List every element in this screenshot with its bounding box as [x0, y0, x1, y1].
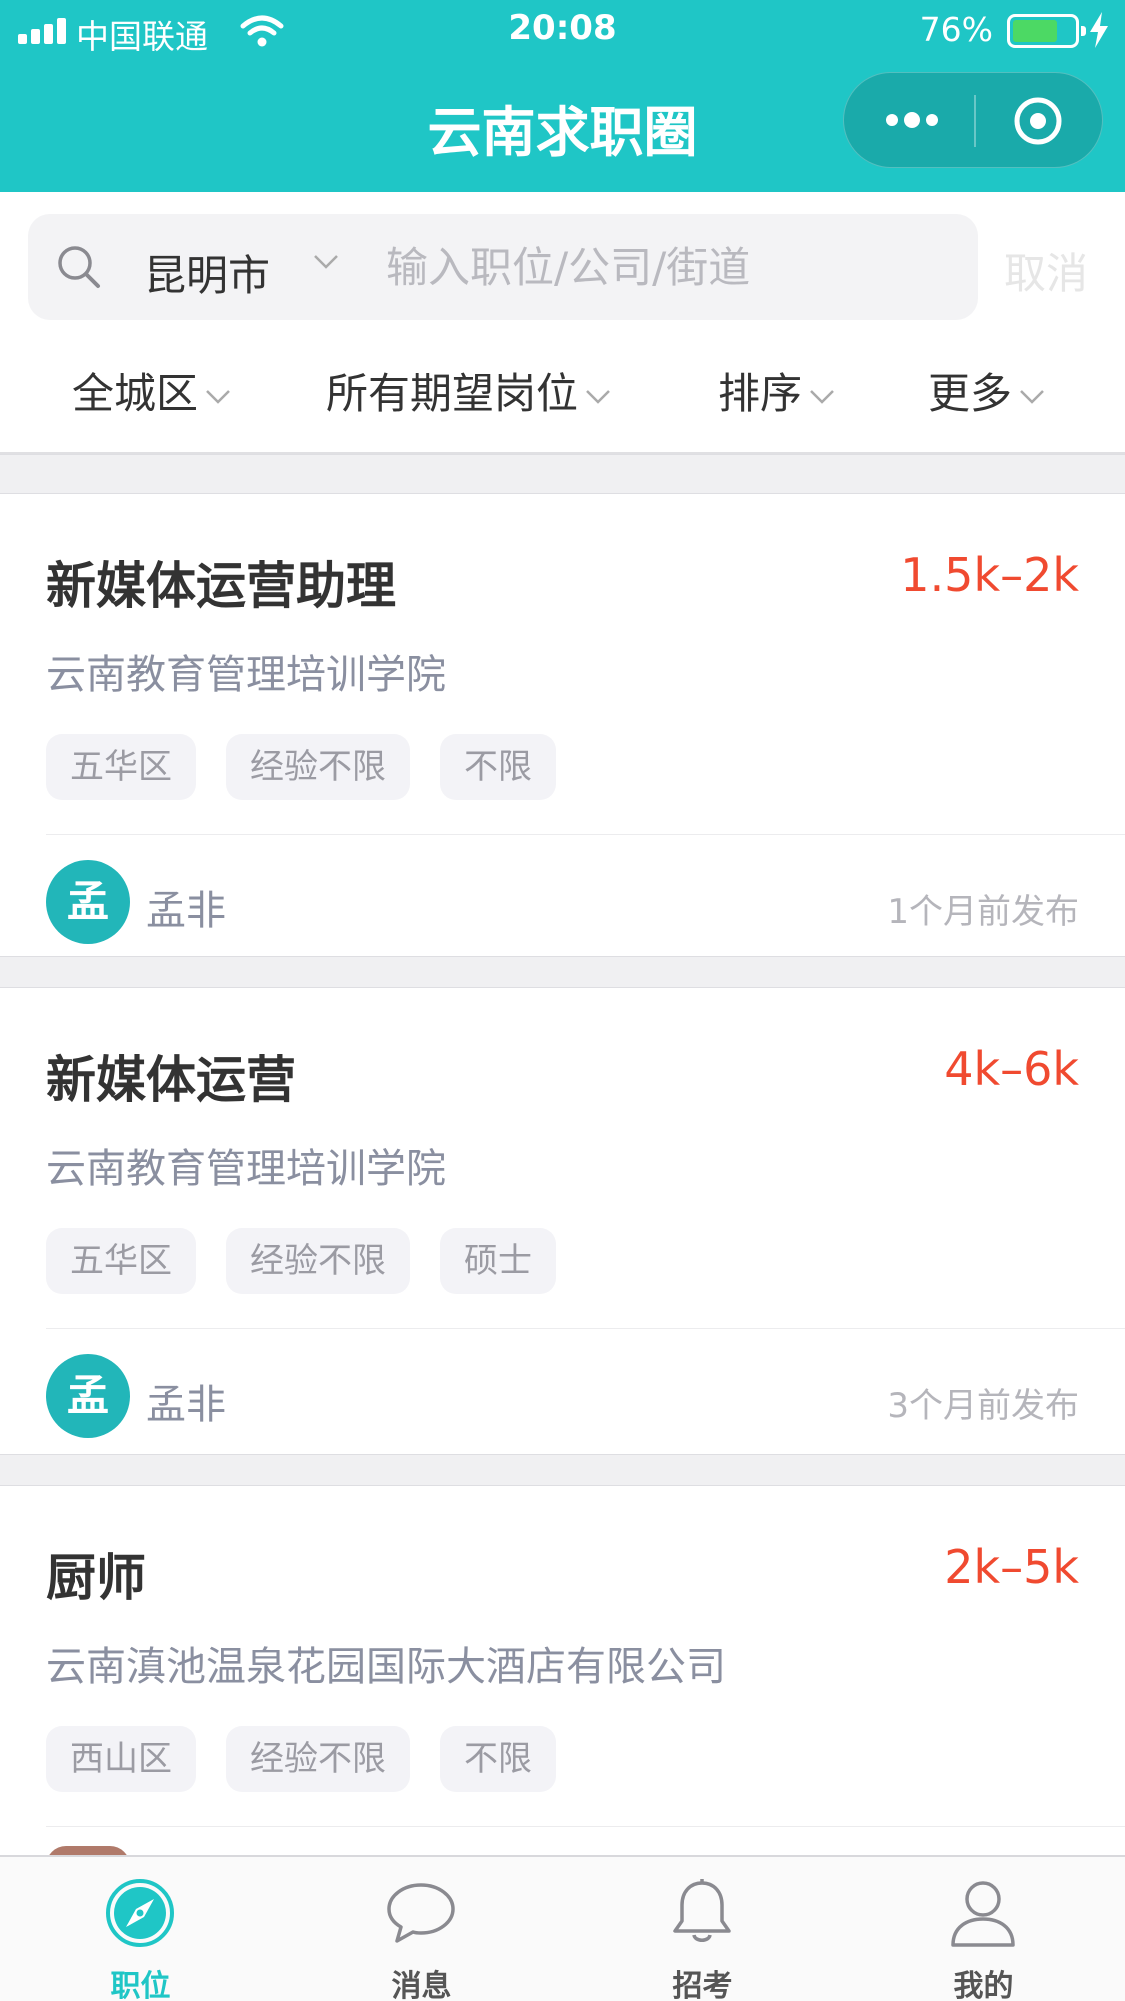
company-name: 云南滇池温泉花园国际大酒店有限公司: [46, 1644, 726, 1690]
filter-district[interactable]: 全城区: [72, 360, 232, 421]
job-card[interactable]: 厨师 2k–5k 云南滇池温泉花园国际大酒店有限公司 西山区 经验不限 不限: [0, 1486, 1125, 1855]
job-tags: 西山区 经验不限 不限: [46, 1726, 586, 1792]
chevron-down-icon: [314, 255, 338, 269]
filter-bar: 全城区 所有期望岗位 排序 更多: [0, 340, 1125, 452]
tab-jobs[interactable]: 职位: [0, 1857, 281, 2001]
job-salary: 1.5k–2k: [900, 548, 1079, 602]
more-options-icon[interactable]: [884, 107, 940, 133]
bell-icon: [673, 1879, 731, 1942]
search-input[interactable]: [386, 232, 946, 302]
city-selector[interactable]: 昆明市: [144, 242, 270, 303]
avatar: 孟: [46, 860, 130, 944]
job-title: 新媒体运营助理: [46, 557, 396, 615]
filter-more[interactable]: 更多: [928, 360, 1046, 421]
tab-bar: 职位 消息 招考 我的: [0, 1855, 1125, 2001]
job-title: 新媒体运营: [46, 1051, 296, 1109]
card-divider: [46, 1328, 1125, 1329]
job-card[interactable]: 新媒体运营助理 1.5k–2k 云南教育管理培训学院 五华区 经验不限 不限 孟…: [0, 494, 1125, 956]
company-name: 云南教育管理培训学院: [46, 652, 446, 698]
list-gap: [0, 956, 1125, 988]
filter-position[interactable]: 所有期望岗位: [326, 360, 612, 421]
job-salary: 2k–5k: [944, 1540, 1079, 1594]
chevron-down-icon: [810, 389, 834, 404]
tag-district: 五华区: [46, 1228, 196, 1294]
card-divider: [46, 1826, 1125, 1827]
tab-messages[interactable]: 消息: [281, 1857, 562, 2001]
tag-education: 不限: [440, 1726, 556, 1792]
job-card[interactable]: 新媒体运营 4k–6k 云南教育管理培训学院 五华区 经验不限 硕士 孟 孟非 …: [0, 988, 1125, 1454]
chevron-down-icon: [1020, 389, 1044, 404]
chevron-down-icon: [206, 389, 230, 404]
battery-icon: [1007, 14, 1086, 48]
cancel-button[interactable]: 取消: [1004, 240, 1088, 301]
filter-sort[interactable]: 排序: [718, 360, 836, 421]
chat-bubble-icon: [387, 1883, 455, 1943]
user-icon: [951, 1881, 1015, 1947]
mini-program-capsule: [843, 72, 1103, 168]
capsule-divider: [974, 95, 976, 147]
status-bar: 中国联通 20:08 76%: [0, 0, 1125, 60]
compass-icon: [106, 1879, 174, 1947]
recruiter-name: 孟非: [146, 1382, 226, 1428]
list-gap: [0, 1454, 1125, 1486]
chevron-down-icon: [586, 389, 610, 404]
tag-education: 硕士: [440, 1228, 556, 1294]
tag-experience: 经验不限: [226, 1726, 410, 1792]
tag-experience: 经验不限: [226, 1228, 410, 1294]
avatar: 孟: [46, 1354, 130, 1438]
close-target-icon[interactable]: [1012, 95, 1064, 147]
list-gap: [0, 454, 1125, 494]
job-salary: 4k–6k: [944, 1042, 1079, 1096]
job-title: 厨师: [46, 1549, 146, 1607]
search-icon: [58, 246, 100, 288]
search-bar: 昆明市: [28, 214, 978, 320]
card-divider: [46, 834, 1125, 835]
tab-profile[interactable]: 我的: [843, 1857, 1124, 2001]
app-header: 中国联通 20:08 76% 云南求职圈: [0, 0, 1125, 192]
job-tags: 五华区 经验不限 不限: [46, 734, 586, 800]
posted-time: 1个月前发布: [887, 892, 1079, 932]
tab-exams[interactable]: 招考: [562, 1857, 843, 2001]
company-name: 云南教育管理培训学院: [46, 1146, 446, 1192]
job-tags: 五华区 经验不限 硕士: [46, 1228, 586, 1294]
battery-percent: 76%: [919, 10, 993, 49]
charging-bolt-icon: [1090, 12, 1108, 48]
tag-district: 西山区: [46, 1726, 196, 1792]
recruiter-name: 孟非: [146, 888, 226, 934]
tag-education: 不限: [440, 734, 556, 800]
tag-experience: 经验不限: [226, 734, 410, 800]
tag-district: 五华区: [46, 734, 196, 800]
posted-time: 3个月前发布: [887, 1386, 1079, 1426]
